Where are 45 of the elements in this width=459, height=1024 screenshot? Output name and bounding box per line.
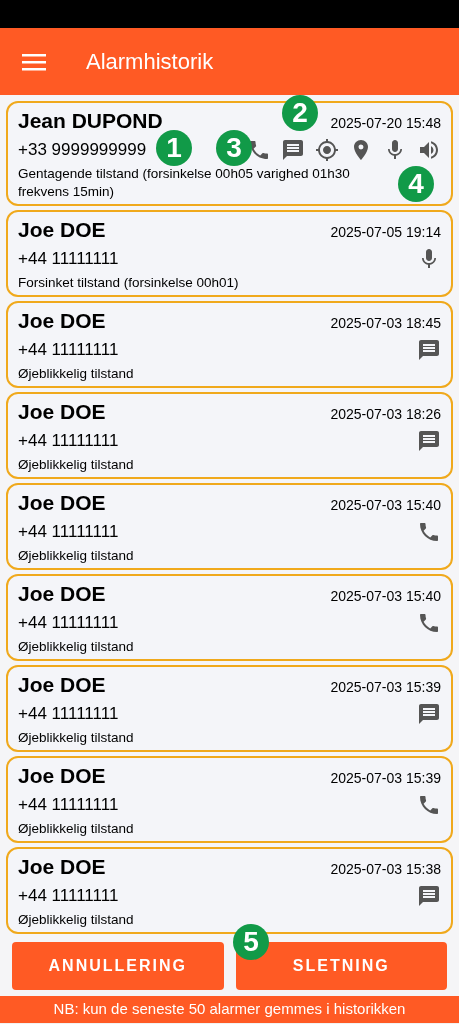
phone-number: +44 11111111 (18, 612, 119, 635)
alarm-description: Forsinket tilstand (forsinkelse 00h01) (18, 274, 240, 292)
screen-title: Alarmhistorik (86, 48, 214, 76)
alarm-card[interactable]: Joe DOE 2025-07-05 19:14 +44 11111111 Forsinket tilstand (forsinkelse 00h01) (6, 210, 453, 297)
alarm-date: 2025-07-03 15:40 (330, 496, 441, 515)
alarm-description: Øjeblikkelig tilstand (18, 729, 135, 747)
contact-name: Joe DOE (18, 854, 106, 880)
phone-number: +44 11111111 (18, 430, 119, 453)
alarm-date: 2025-07-03 15:38 (330, 860, 441, 879)
alarm-date: 2025-07-03 18:45 (330, 314, 441, 333)
phone-number: +44 11111111 (18, 794, 119, 817)
alarm-description: Øjeblikkelig tilstand (18, 547, 135, 565)
contact-name: Joe DOE (18, 308, 106, 334)
alarm-date: 2025-07-03 18:26 (330, 405, 441, 424)
phone-number: +33 9999999999 (18, 139, 147, 162)
alarm-description: Øjeblikkelig tilstand (18, 365, 135, 383)
phone-number: +44 11111111 (18, 248, 119, 271)
contact-name: Joe DOE (18, 490, 106, 516)
alarm-card[interactable]: Joe DOE 2025-07-03 18:26 +44 11111111 Øjeblikkelig tilstand (6, 392, 453, 479)
phone-number: +44 11111111 (18, 885, 119, 908)
alarm-date: 2025-07-03 15:39 (330, 678, 441, 697)
contact-name: Joe DOE (18, 217, 106, 243)
alarm-date: 2025-07-03 15:40 (330, 587, 441, 606)
phone-number: +44 11111111 (18, 339, 119, 362)
alarm-description: Øjeblikkelig tilstand (18, 638, 135, 656)
alarm-card[interactable]: Joe DOE 2025-07-03 15:39 +44 11111111 Øjeblikkelig tilstand (6, 756, 453, 843)
alarm-card[interactable]: Joe DOE 2025-07-03 18:45 +44 11111111 Øjeblikkelig tilstand (6, 301, 453, 388)
alarm-description: Øjeblikkelig tilstand (18, 456, 135, 474)
alarm-description: Øjeblikkelig tilstand (18, 820, 135, 838)
contact-name: Joe DOE (18, 672, 106, 698)
alarm-card[interactable]: Joe DOE 2025-07-03 15:40 +44 11111111 Øjeblikkelig tilstand (6, 574, 453, 661)
alarm-description: Øjeblikkelig tilstand (18, 911, 135, 929)
phone-number: +44 11111111 (18, 521, 119, 544)
alarm-card[interactable]: Joe DOE 2025-07-03 15:39 +44 11111111 Øjeblikkelig tilstand (6, 665, 453, 752)
contact-name: Joe DOE (18, 581, 106, 607)
contact-name: Joe DOE (18, 399, 106, 425)
footer-note: NB: kun de seneste 50 alarmer gemmes i historikken (0, 996, 459, 1023)
alarm-date: 2025-07-03 15:39 (330, 769, 441, 788)
alarm-date: 2025-07-05 19:14 (330, 223, 441, 242)
menu-icon[interactable] (22, 52, 46, 71)
alarm-description: Gentagende tilstand (forsinkelse 00h05 varighed 01h30 frekvens 15min) (18, 165, 351, 201)
alarm-card[interactable]: Joe DOE 2025-07-03 15:40 +44 11111111 Øjeblikkelig tilstand (6, 483, 453, 570)
alarm-date: 2025-07-20 15:48 (330, 114, 441, 133)
contact-name: Joe DOE (18, 763, 106, 789)
phone-number: +44 11111111 (18, 703, 119, 726)
